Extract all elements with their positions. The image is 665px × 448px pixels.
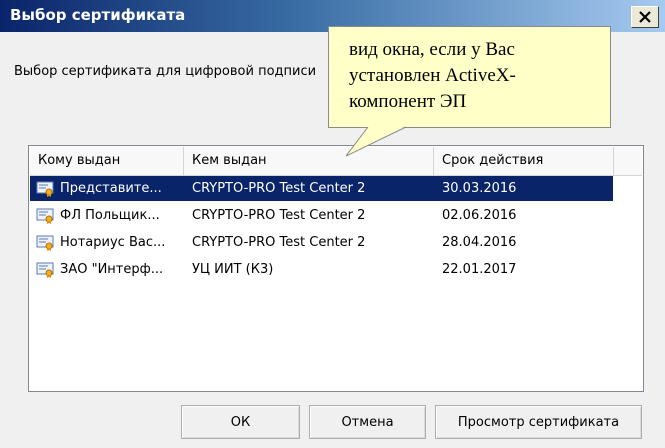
close-button[interactable]	[631, 6, 659, 28]
cell-issued-by: УЦ ИИТ (К3)	[192, 262, 274, 277]
certificate-icon	[36, 262, 54, 278]
table-row[interactable]: ЗАО "Интерф... УЦ ИИТ (К3) 22.01.2017	[30, 257, 613, 282]
cell-issued-to: Представите...	[60, 181, 162, 196]
certificate-icon	[36, 181, 54, 197]
ok-button[interactable]: ОК	[181, 405, 300, 439]
cell-valid-until: 22.01.2017	[442, 262, 517, 277]
table-row[interactable]: Представите... CRYPTO-PRO Test Center 2 30…	[30, 176, 613, 201]
close-icon	[639, 11, 651, 23]
cell-issued-by: CRYPTO-PRO Test Center 2	[192, 181, 366, 196]
certificate-list[interactable]: Кому выдан Кем выдан Срок действия Предс…	[28, 145, 644, 392]
window-title: Выбор сертификата	[10, 6, 186, 24]
cell-valid-until: 30.03.2016	[442, 181, 517, 196]
column-header-valid-until[interactable]: Срок действия	[434, 147, 614, 175]
dialog-description: Выбор сертификата для цифровой подписи	[14, 64, 317, 79]
view-certificate-button[interactable]: Просмотр сертификата	[435, 405, 642, 439]
cell-issued-to: ФЛ Польщик...	[60, 208, 160, 223]
callout-line-2: установлен ActiveX-	[349, 65, 516, 86]
table-row[interactable]: ФЛ Польщик... CRYPTO-PRO Test Center 2 02.…	[30, 203, 613, 228]
cell-issued-by: CRYPTO-PRO Test Center 2	[192, 208, 366, 223]
certificate-icon	[36, 208, 54, 224]
cell-issued-by: CRYPTO-PRO Test Center 2	[192, 235, 366, 250]
cancel-button[interactable]: Отмена	[309, 405, 426, 439]
callout-line-1: вид окна, если у Вас	[349, 39, 515, 60]
list-header: Кому выдан Кем выдан Срок действия	[30, 147, 642, 176]
cell-issued-to: Нотариус Вас...	[60, 235, 166, 250]
cell-valid-until: 28.04.2016	[442, 235, 517, 250]
column-header-issued-to[interactable]: Кому выдан	[30, 147, 184, 175]
cell-issued-to: ЗАО "Интерф...	[60, 262, 164, 277]
callout-line-3: компонент ЭП	[349, 91, 467, 112]
certificate-icon	[36, 235, 54, 251]
callout-pointer	[346, 126, 407, 157]
cell-valid-until: 02.06.2016	[442, 208, 517, 223]
table-row[interactable]: Нотариус Вас... CRYPTO-PRO Test Center 2 2…	[30, 230, 613, 255]
annotation-callout: вид окна, если у Вас установлен ActiveX-…	[328, 26, 611, 128]
